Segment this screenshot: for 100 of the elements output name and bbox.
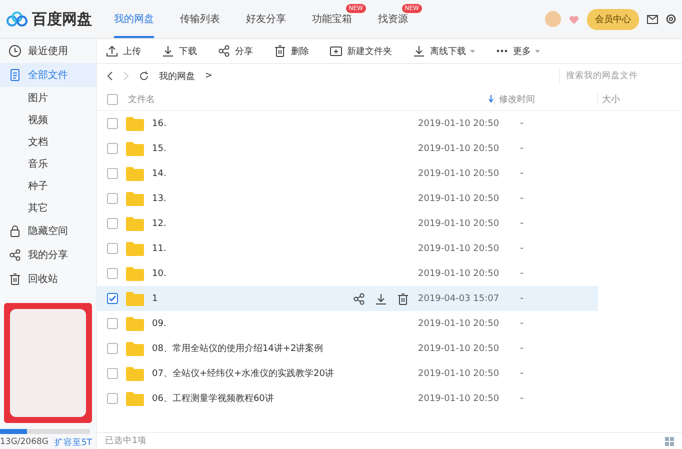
sidebar-subitem[interactable]: 音乐 [0, 153, 96, 175]
forward-icon[interactable] [123, 71, 129, 81]
folder-icon [126, 266, 144, 280]
modified-time: 2019-01-10 20:50 [418, 268, 500, 278]
select-all-checkbox[interactable] [107, 94, 118, 104]
modified-time: 2019-01-10 20:50 [418, 144, 500, 154]
toolbar-button[interactable]: 删除 [273, 44, 309, 58]
avatar[interactable] [545, 11, 561, 27]
modified-time: 2019-01-10 20:50 [418, 194, 500, 204]
toolbar-button[interactable]: 下载 [161, 44, 197, 58]
nav-tab[interactable]: 我的网盘 [114, 0, 154, 38]
modified-time: 2019-01-10 20:50 [418, 318, 500, 328]
folder-icon [126, 192, 144, 206]
row-checkbox[interactable] [107, 368, 118, 379]
row-checkbox[interactable] [107, 318, 118, 329]
file-name[interactable]: 13. [152, 194, 410, 204]
file-name[interactable]: 1 [152, 294, 352, 304]
file-size: - [520, 193, 525, 204]
heart-icon [569, 14, 579, 24]
modified-time: 2019-04-03 15:07 [418, 294, 500, 304]
file-name[interactable]: 07、全站仪+经纬仪+水准仪的实践教学20讲 [152, 367, 410, 380]
toolbar-button[interactable]: 新建文件夹 [329, 44, 392, 58]
refresh-icon[interactable] [139, 71, 149, 81]
file-size: - [520, 268, 525, 279]
column-header[interactable]: 文件名 [128, 92, 488, 106]
file-size: - [520, 243, 525, 254]
sidebar-subitem[interactable]: 图片 [0, 87, 96, 109]
sidebar-item[interactable]: 我的分享 [0, 243, 96, 267]
sidebar-item[interactable]: 隐藏空间 [0, 219, 96, 243]
sidebar-subitem[interactable]: 其它 [0, 197, 96, 219]
sidebar-item[interactable]: 最近使用 [0, 39, 96, 63]
file-name[interactable]: 16. [152, 118, 410, 128]
column-header[interactable]: 大小 [597, 92, 682, 106]
vip-center-button[interactable]: 会员中心 [587, 8, 639, 30]
sidebar-item[interactable]: 回收站 [0, 267, 96, 291]
upload-icon [105, 44, 119, 58]
mail-icon[interactable] [647, 14, 658, 24]
sidebar-item[interactable]: 全部文件 [0, 63, 96, 87]
nav-tab[interactable]: 传输列表 [180, 0, 220, 38]
file-name[interactable]: 11. [152, 244, 410, 254]
folder-icon [126, 242, 144, 256]
row-checkbox[interactable] [107, 343, 118, 354]
row-checkbox[interactable] [107, 118, 118, 129]
toolbar-button[interactable]: 上传 [105, 44, 141, 58]
row-checkbox[interactable] [107, 243, 118, 254]
folder-icon [126, 392, 144, 406]
promo-banner[interactable] [4, 303, 92, 424]
storage-usage: 13G/2068G [0, 437, 48, 449]
row-checkbox[interactable] [107, 268, 118, 279]
file-size: - [520, 368, 525, 379]
file-name[interactable]: 10. [152, 268, 410, 278]
modified-time: 2019-01-10 20:50 [418, 368, 500, 378]
folder-icon [126, 292, 144, 306]
sort-arrow-icon [488, 95, 494, 103]
grid-view-icon[interactable] [665, 436, 674, 446]
file-size: - [520, 318, 525, 329]
file-name[interactable]: 08、常用全站仪的使用介绍14讲+2讲案例 [152, 342, 410, 355]
toolbar-button[interactable]: 更多 [495, 44, 540, 58]
file-size: - [520, 343, 525, 354]
clock-icon [8, 44, 22, 58]
share-icon [217, 44, 231, 58]
row-checkbox[interactable] [107, 393, 118, 404]
expand-storage-link[interactable]: 扩容至5T [54, 437, 92, 449]
settings-icon[interactable] [666, 14, 676, 24]
nav-tab[interactable]: 好友分享 [246, 0, 286, 38]
row-checkbox[interactable] [107, 193, 118, 204]
file-name[interactable]: 14. [152, 168, 410, 178]
folder-icon [126, 342, 144, 356]
toolbar-button[interactable]: 离线下载 [412, 44, 475, 58]
sidebar-subitem[interactable]: 文档 [0, 131, 96, 153]
row-checkbox[interactable] [107, 218, 118, 229]
cloud-logo-icon [6, 11, 28, 27]
file-size: - [520, 118, 525, 129]
breadcrumb-item[interactable]: > [205, 71, 213, 81]
folder-icon [126, 142, 144, 156]
back-icon[interactable] [107, 71, 113, 81]
file-size: - [520, 393, 525, 404]
sidebar-subitem[interactable]: 种子 [0, 175, 96, 197]
file-size: - [520, 293, 525, 304]
breadcrumb-item[interactable]: 我的网盘 [159, 70, 195, 82]
file-name[interactable]: 15. [152, 144, 410, 154]
modified-time: 2019-01-10 20:50 [418, 218, 500, 228]
file-name[interactable]: 12. [152, 218, 410, 228]
file-name[interactable]: 06、工程测量学视频教程60讲 [152, 392, 410, 405]
toolbar-button[interactable]: 分享 [217, 44, 253, 58]
download-icon [374, 292, 388, 306]
app-logo-text: 百度网盘 [32, 10, 92, 28]
file-name[interactable]: 09. [152, 318, 410, 328]
row-checkbox[interactable] [107, 293, 118, 304]
column-header[interactable]: 修改时间 [494, 92, 597, 106]
lock-icon [8, 224, 22, 238]
sidebar-subitem[interactable]: 视频 [0, 109, 96, 131]
row-checkbox[interactable] [107, 168, 118, 179]
search-field[interactable]: 搜索我的网盘文件 [559, 69, 672, 83]
folder-icon [126, 116, 144, 130]
folder-icon [126, 316, 144, 330]
new-folder-icon [329, 44, 343, 58]
download-icon [161, 44, 175, 58]
share-icon [8, 248, 22, 262]
row-checkbox[interactable] [107, 143, 118, 154]
